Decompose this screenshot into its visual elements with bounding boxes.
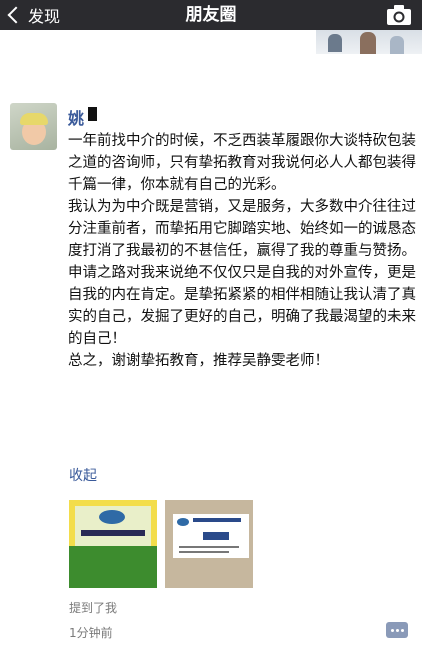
camera-icon[interactable] [386, 4, 412, 26]
post-text: 一年前找中介的时候，不乏西装革履跟你大谈特砍包装之道的咨询师，只有挚拓教育对我说… [68, 130, 418, 372]
cover-photo-strip [316, 30, 422, 54]
post-paragraph: 一年前找中介的时候，不乏西装革履跟你大谈特砍包装之道的咨询师，只有挚拓教育对我说… [68, 133, 416, 193]
avatar[interactable] [10, 103, 57, 150]
back-label: 发现 [28, 7, 61, 26]
post-username[interactable]: 姚 [68, 105, 84, 129]
post-image-office[interactable] [69, 500, 157, 588]
comment-dots-icon[interactable] [386, 622, 408, 638]
censor-block [88, 107, 97, 121]
chevron-left-icon [7, 6, 25, 24]
post-paragraph: 申请之路对我来说绝不仅仅只是自我的对外宣传，更是自我的内在肯定。是挚拓紧紧的相伴… [68, 265, 416, 347]
post-timestamp: 1分钟前 [69, 626, 113, 640]
nav-bar: 发现 朋友圈 [0, 0, 422, 30]
post-image-business-card[interactable] [165, 500, 253, 588]
page-title: 朋友圈 [185, 5, 237, 25]
post-paragraph: 总之，谢谢挚拓教育，推荐吴静雯老师！ [68, 353, 329, 369]
back-button[interactable]: 发现 [6, 0, 60, 30]
mention-text: 提到了我 [69, 601, 118, 615]
post-paragraph: 我认为为中介既是营销，又是服务，大多数中介往往过分注重前者，而挚拓用它脚踏实地、… [68, 199, 416, 259]
collapse-link[interactable]: 收起 [69, 465, 97, 485]
